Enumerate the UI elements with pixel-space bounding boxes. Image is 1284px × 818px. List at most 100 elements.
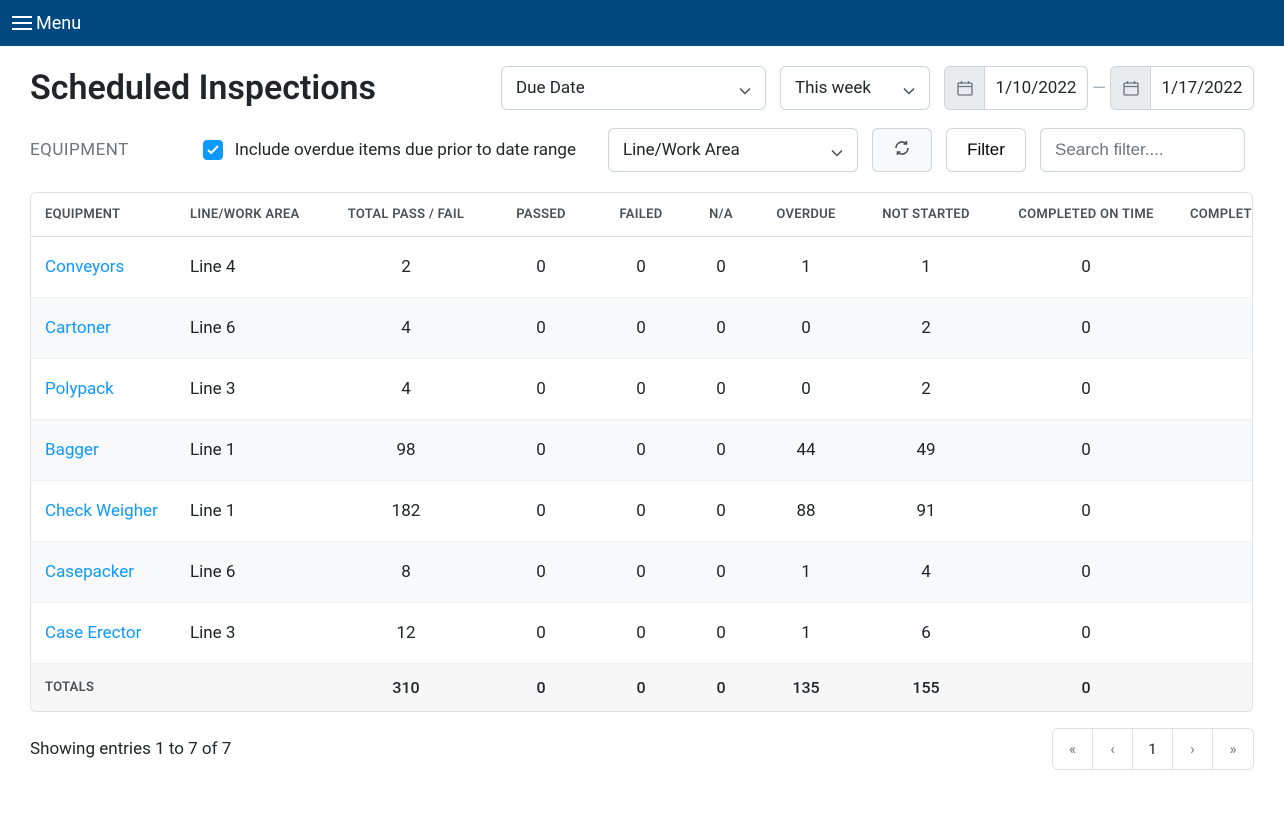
cell-ontime: 0 [996, 298, 1176, 359]
page-next[interactable]: › [1173, 729, 1213, 769]
entries-text: Showing entries 1 to 7 of 7 [30, 739, 231, 759]
page-first[interactable]: « [1053, 729, 1093, 769]
totals-row: TOTALS 310 0 0 0 135 155 0 [31, 664, 1253, 712]
filter-button-label: Filter [967, 140, 1005, 160]
col-overdue[interactable]: OVERDUE [756, 193, 856, 237]
cell-overdue: 1 [756, 603, 856, 664]
cell-failed: 0 [596, 237, 686, 298]
totals-failed: 0 [596, 664, 686, 712]
checkbox-checked-icon [203, 140, 223, 160]
refresh-button[interactable] [872, 128, 932, 172]
cell-passed: 0 [486, 420, 596, 481]
col-na[interactable]: N/A [686, 193, 756, 237]
col-complete[interactable]: COMPLETE [1176, 193, 1253, 237]
equipment-link[interactable]: Polypack [45, 379, 114, 399]
cell-passed: 0 [486, 481, 596, 542]
page-current[interactable]: 1 [1133, 729, 1173, 769]
date-to-input[interactable]: 1/17/2022 [1110, 66, 1254, 110]
calendar-icon [945, 67, 985, 109]
cell-ontime: 0 [996, 603, 1176, 664]
range-select[interactable]: This week [780, 66, 930, 110]
col-total[interactable]: TOTAL PASS / FAIL [326, 193, 486, 237]
table-header: EQUIPMENT LINE/WORK AREA TOTAL PASS / FA… [31, 193, 1253, 237]
cell-passed: 0 [486, 237, 596, 298]
refresh-icon [893, 139, 911, 162]
inspections-table: EQUIPMENT LINE/WORK AREA TOTAL PASS / FA… [30, 192, 1253, 712]
equipment-filter-label: EQUIPMENT [30, 140, 129, 160]
date-from-value: 1/10/2022 [985, 67, 1087, 109]
cell-line: Line 1 [176, 420, 326, 481]
equipment-link[interactable]: Cartoner [45, 318, 111, 338]
col-line[interactable]: LINE/WORK AREA [176, 193, 326, 237]
cell-line: Line 1 [176, 481, 326, 542]
cell-ontime: 0 [996, 542, 1176, 603]
table-row: BaggerLine 19800044490 [31, 420, 1253, 481]
table-row: PolypackLine 34000020 [31, 359, 1253, 420]
equipment-link[interactable]: Case Erector [45, 623, 141, 643]
page-prev[interactable]: ‹ [1093, 729, 1133, 769]
cell-ontime: 0 [996, 237, 1176, 298]
cell-failed: 0 [596, 481, 686, 542]
cell-total: 182 [326, 481, 486, 542]
cell-notstarted: 49 [856, 420, 996, 481]
cell-line: Line 4 [176, 237, 326, 298]
date-separator: — [1088, 78, 1110, 99]
include-overdue-label: Include overdue items due prior to date … [235, 140, 576, 160]
col-ontime[interactable]: COMPLETED ON TIME [996, 193, 1176, 237]
cell-line: Line 3 [176, 359, 326, 420]
date-range-group: 1/10/2022 — 1/17/2022 [944, 66, 1254, 110]
page-title: Scheduled Inspections [30, 68, 376, 108]
totals-overdue: 135 [756, 664, 856, 712]
cell-line: Line 6 [176, 298, 326, 359]
table-row: Check WeigherLine 118200088910 [31, 481, 1253, 542]
cell-na: 0 [686, 298, 756, 359]
hamburger-icon [12, 16, 32, 30]
equipment-link[interactable]: Bagger [45, 440, 99, 460]
equipment-link[interactable]: Check Weigher [45, 501, 158, 521]
cell-failed: 0 [596, 298, 686, 359]
chevron-down-icon [831, 144, 843, 156]
page-last[interactable]: » [1213, 729, 1253, 769]
include-overdue-checkbox-group[interactable]: Include overdue items due prior to date … [203, 140, 576, 160]
col-failed[interactable]: FAILED [596, 193, 686, 237]
cell-failed: 0 [596, 420, 686, 481]
cell-notstarted: 2 [856, 298, 996, 359]
cell-total: 98 [326, 420, 486, 481]
top-bar: Menu [0, 0, 1284, 46]
calendar-icon [1111, 67, 1151, 109]
menu-toggle[interactable]: Menu [12, 13, 81, 34]
date-from-input[interactable]: 1/10/2022 [944, 66, 1088, 110]
cell-ontime: 0 [996, 420, 1176, 481]
cell-passed: 0 [486, 359, 596, 420]
chevron-down-icon [903, 82, 915, 94]
totals-ontime: 0 [996, 664, 1176, 712]
cell-na: 0 [686, 603, 756, 664]
groupby-select[interactable]: Line/Work Area [608, 128, 858, 172]
cell-overdue: 44 [756, 420, 856, 481]
cell-notstarted: 6 [856, 603, 996, 664]
menu-label: Menu [36, 13, 81, 34]
cell-ontime: 0 [996, 359, 1176, 420]
col-equipment[interactable]: EQUIPMENT [31, 193, 176, 237]
equipment-link[interactable]: Casepacker [45, 562, 134, 582]
table-row: CartonerLine 64000020 [31, 298, 1253, 359]
table-row: Case ErectorLine 312000160 [31, 603, 1253, 664]
col-passed[interactable]: PASSED [486, 193, 596, 237]
due-date-select[interactable]: Due Date [501, 66, 766, 110]
totals-total: 310 [326, 664, 486, 712]
equipment-link[interactable]: Conveyors [45, 257, 124, 277]
col-notstarted[interactable]: NOT STARTED [856, 193, 996, 237]
totals-passed: 0 [486, 664, 596, 712]
table-row: CasepackerLine 68000140 [31, 542, 1253, 603]
filter-button[interactable]: Filter [946, 128, 1026, 172]
cell-overdue: 0 [756, 298, 856, 359]
cell-notstarted: 91 [856, 481, 996, 542]
cell-passed: 0 [486, 298, 596, 359]
cell-overdue: 1 [756, 542, 856, 603]
cell-na: 0 [686, 237, 756, 298]
cell-notstarted: 4 [856, 542, 996, 603]
cell-overdue: 0 [756, 359, 856, 420]
search-input[interactable] [1040, 128, 1245, 172]
cell-passed: 0 [486, 603, 596, 664]
pagination: « ‹ 1 › » [1052, 728, 1254, 770]
